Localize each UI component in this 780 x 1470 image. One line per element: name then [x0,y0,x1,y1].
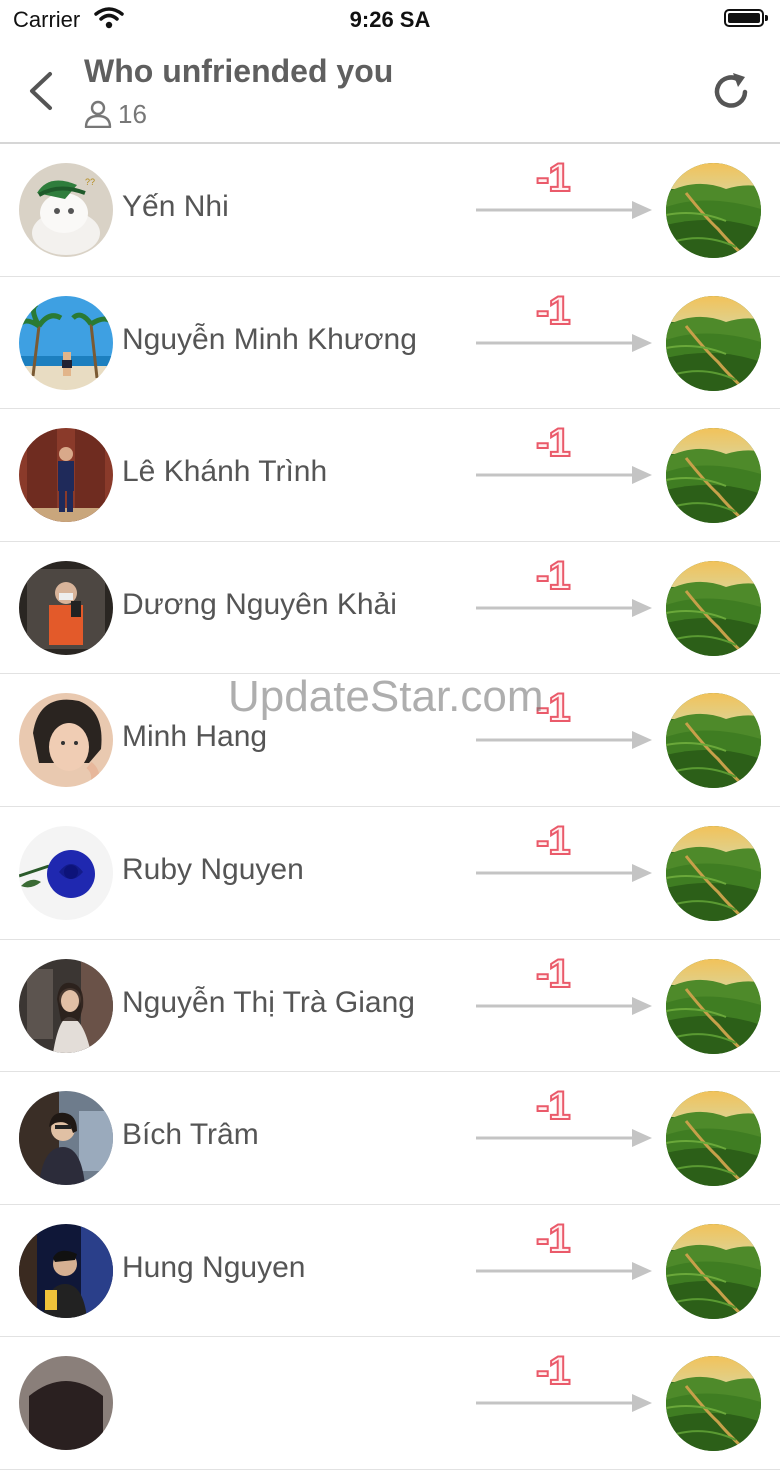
minus-one-badge: -1 [535,818,572,863]
minus-one-badge: -1 [535,951,572,996]
boy-bar-avatar [19,1223,113,1318]
partial-avatar [19,1356,113,1451]
cat-avatar: ?? [19,163,113,257]
minus-one-badge: -1 [535,156,572,200]
profile-avatar [666,295,761,391]
minus-one-badge: -1 [535,686,572,731]
girl-selfie-avatar [19,958,113,1053]
minus-one-badge: -1 [535,1349,572,1394]
profile-avatar [666,693,761,789]
profile-avatar [666,560,761,656]
friend-name: Minh Hang [122,720,268,754]
arrow-right-icon [476,1393,656,1413]
page-title: Who unfriended you [84,53,394,89]
minus-one-badge: -1 [535,1084,572,1129]
mirror-selfie-avatar [19,560,113,655]
girl-sitting-avatar [19,1091,113,1186]
friend-name: Yến Nhi [122,190,229,223]
suit-avatar [19,428,113,523]
friend-count-value: 16 [118,98,147,129]
minus-one-badge: -1 [535,421,572,466]
arrow-right-icon [476,1128,656,1148]
profile-avatar [666,958,761,1054]
refresh-button[interactable] [708,68,754,114]
person-icon [84,100,112,128]
friend-name: Dương Nguyên Khải [122,587,397,621]
friend-count: 16 [84,98,147,130]
arrow-right-icon [476,863,656,883]
friend-row[interactable]: Dương Nguyên Khải -1 [0,542,780,675]
clock: 9:26 SA [349,7,431,32]
friend-row[interactable]: Ruby Nguyen -1 [0,807,780,940]
profile-avatar [666,1091,761,1187]
svg-text:??: ?? [85,177,95,187]
friend-name: Lê Khánh Trình [122,455,328,489]
beach-avatar [19,295,113,390]
friend-name: Hung Nguyen [122,1250,306,1284]
arrow-right-icon [476,465,656,485]
arrow-right-icon [476,200,656,220]
profile-avatar [666,163,761,258]
profile-avatar [666,825,761,921]
nav-header: Who unfriended you 16 [0,40,780,144]
girl-portrait-avatar [19,693,113,788]
arrow-right-icon [476,333,656,353]
friend-row[interactable]: -1 [0,1337,780,1470]
profile-avatar [666,1356,761,1452]
battery-icon [724,9,768,27]
friend-name: Bích Trâm [122,1118,259,1152]
friend-row[interactable]: Nguyễn Minh Khương -1 [0,277,780,410]
status-bar: Carrier 9:26 SA [0,0,780,40]
minus-one-badge: -1 [535,1216,572,1261]
arrow-right-icon [476,1261,656,1281]
blue-rose-avatar [19,825,113,920]
friend-row[interactable]: Hung Nguyen -1 [0,1205,780,1338]
arrow-right-icon [476,996,656,1016]
friend-row[interactable]: Lê Khánh Trình -1 [0,409,780,542]
friend-row[interactable]: Bích Trâm -1 [0,1072,780,1205]
friend-row[interactable]: Minh Hang -1 [0,674,780,807]
unfriended-list: ?? Yến Nhi -1 Nguyễn Minh Khương -1 Lê Khánh … [0,144,780,1470]
minus-one-badge: -1 [535,553,572,598]
back-button[interactable] [22,70,62,112]
arrow-right-icon [476,598,656,618]
arrow-right-icon [476,730,656,750]
minus-one-badge: -1 [535,288,572,333]
friend-row[interactable]: ?? Yến Nhi -1 [0,144,780,277]
profile-avatar [666,1223,761,1319]
profile-avatar [666,428,761,524]
friend-name: Nguyễn Minh Khương [122,322,417,356]
friend-name: Nguyễn Thị Trà Giang [122,985,415,1019]
friend-name: Ruby Nguyen [122,852,304,886]
friend-row[interactable]: Nguyễn Thị Trà Giang -1 [0,940,780,1073]
